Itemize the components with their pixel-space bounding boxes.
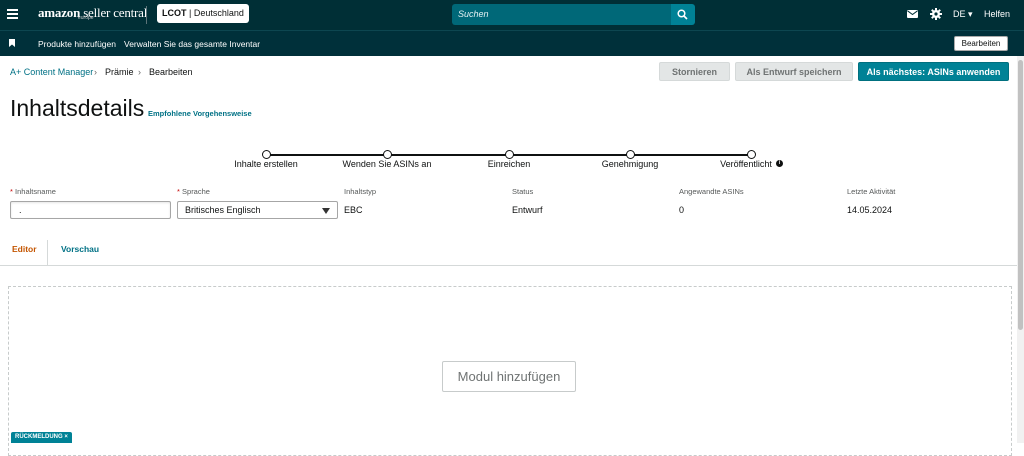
language-label: * Sprache: [177, 187, 210, 196]
edit-bookmarks-button[interactable]: Bearbeiten: [954, 36, 1008, 51]
feedback-tab[interactable]: RÜCKMELDUNG ×: [11, 432, 72, 443]
add-products-link[interactable]: Produkte hinzufügen: [38, 39, 116, 49]
logo-region: europe: [78, 15, 94, 21]
step-dot-apply-asins: [383, 150, 392, 159]
page-title: Inhaltsdetails: [10, 95, 145, 121]
breadcrumb-separator: ›: [138, 67, 141, 77]
language-selector[interactable]: DE ▾: [953, 9, 973, 20]
gear-icon[interactable]: [930, 8, 942, 20]
content-type-label: Inhaltstyp: [344, 187, 377, 196]
tab-divider: [47, 240, 48, 266]
step-dot-submit: [505, 150, 514, 159]
applied-asins-value: 0: [679, 205, 685, 215]
step-label-apply-asins: Wenden Sie ASINs an: [342, 159, 432, 169]
last-activity-value: 14.05.2024: [847, 205, 893, 215]
chevron-down-icon: ▾: [968, 9, 973, 19]
step-label-approval: Genehmigung: [601, 159, 659, 169]
step-label-create: Inhalte erstellen: [234, 159, 298, 169]
manage-inventory-link[interactable]: Verwalten Sie das gesamte Inventar: [124, 39, 260, 49]
search-placeholder: Suchen: [458, 9, 489, 19]
last-activity-label: Letzte Aktivität: [847, 187, 896, 196]
cancel-button[interactable]: Stornieren: [659, 62, 730, 81]
scrollbar-thumb[interactable]: [1018, 60, 1023, 330]
header-divider: [146, 6, 147, 24]
tab-editor[interactable]: Editor: [12, 244, 37, 254]
bookmarks-bar: Produkte hinzufügen Verwalten Sie das ge…: [0, 30, 1024, 56]
language-select[interactable]: Britisches Englisch: [177, 201, 338, 219]
feedback-label: RÜCKMELDUNG: [15, 434, 63, 440]
add-module-button[interactable]: Modul hinzufügen: [442, 361, 576, 392]
search-button[interactable]: [671, 4, 695, 25]
status-label: Status: [512, 187, 534, 196]
step-dot-published: [747, 150, 756, 159]
breadcrumb-separator: ›: [94, 67, 97, 77]
tab-preview[interactable]: Vorschau: [61, 244, 99, 254]
store-country: Deutschland: [193, 8, 244, 18]
apply-asins-button[interactable]: Als nächstes: ASINs anwenden: [858, 62, 1009, 81]
info-icon[interactable]: i: [776, 160, 783, 167]
caret-down-icon: [322, 208, 330, 214]
store-code: LCOT: [162, 8, 187, 18]
store-divider: |: [189, 8, 192, 18]
logo-brand: amazon: [38, 5, 81, 20]
content-name-input[interactable]: .: [10, 201, 171, 219]
applied-asins-label: Angewandte ASINs: [679, 187, 744, 196]
top-navigation-bar: amazon seller central europe LCOT | Deut…: [0, 0, 1024, 30]
recommended-practice-link[interactable]: Empfohlene Vorgehensweise: [148, 109, 252, 118]
save-draft-button[interactable]: Als Entwurf speichern: [735, 62, 853, 81]
status-value: Entwurf: [512, 205, 543, 215]
tabs-underline: [0, 265, 1024, 266]
step-label-published: Veröffentlicht: [720, 159, 772, 169]
breadcrumb-edit: Bearbeiten: [149, 67, 193, 77]
content-type-value: EBC: [344, 205, 363, 215]
close-icon[interactable]: ×: [64, 434, 68, 440]
step-label-submit: Einreichen: [487, 159, 531, 169]
search-input[interactable]: Suchen: [452, 4, 671, 25]
help-link[interactable]: Helfen: [984, 9, 1010, 19]
content-name-label: * Inhaltsname: [10, 187, 56, 196]
breadcrumb-content-manager[interactable]: A+ Content Manager: [10, 67, 93, 77]
search-icon: [677, 9, 688, 20]
language-code: DE: [953, 9, 966, 19]
breadcrumb-premium: Prämie: [105, 67, 134, 77]
mail-icon[interactable]: [907, 10, 918, 18]
bookmark-icon[interactable]: [9, 39, 15, 47]
store-switcher[interactable]: LCOT | Deutschland: [157, 4, 249, 23]
menu-icon[interactable]: [7, 9, 18, 19]
language-select-value: Britisches Englisch: [185, 205, 261, 215]
step-dot-approval: [626, 150, 635, 159]
step-dot-create: [262, 150, 271, 159]
